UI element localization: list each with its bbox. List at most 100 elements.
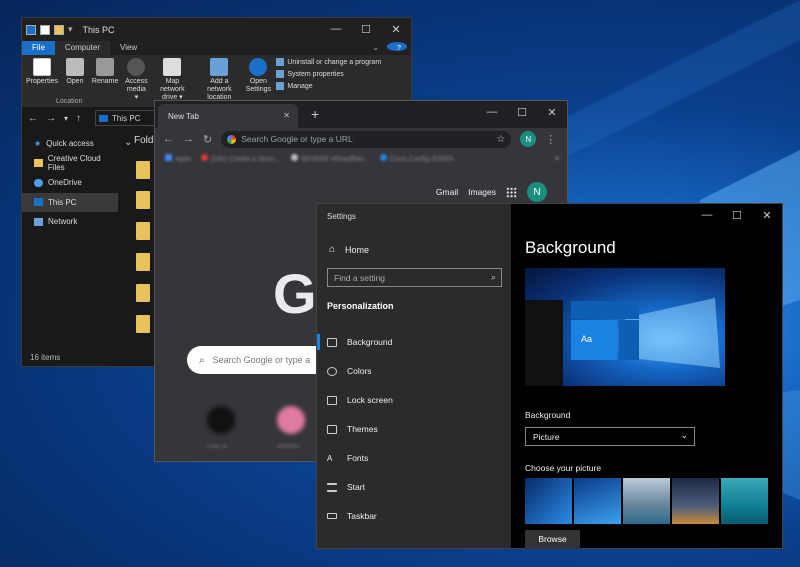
bookmark-item[interactable]: Cisco Config (CRED... bbox=[379, 153, 460, 163]
minimize-icon[interactable]: — bbox=[321, 18, 351, 40]
map-network-drive-label: Map network drive ▾ bbox=[160, 78, 185, 101]
uninstall-button[interactable]: Uninstall or change a program bbox=[276, 58, 381, 66]
rename-button[interactable]: Rename bbox=[88, 55, 122, 107]
back-arrow-icon[interactable]: ← bbox=[28, 113, 38, 124]
tab-new-tab[interactable]: New Tab ✕ bbox=[158, 104, 298, 128]
youtube-icon bbox=[200, 153, 208, 161]
folder-icon[interactable] bbox=[54, 24, 64, 35]
forward-arrow-icon[interactable]: → bbox=[46, 113, 56, 124]
tab-computer[interactable]: Computer bbox=[54, 41, 111, 55]
access-media-button[interactable]: Access media ▾ bbox=[122, 55, 150, 107]
search-icon: ⌕ bbox=[490, 272, 496, 282]
maximize-icon[interactable]: ☐ bbox=[507, 101, 537, 123]
home-icon: ⌂ bbox=[329, 244, 336, 255]
background-type-select[interactable]: Picture ⌄ bbox=[525, 427, 695, 446]
bookmarks-overflow-icon[interactable]: » bbox=[555, 155, 559, 162]
preview-tile-aa: Aa bbox=[571, 320, 617, 360]
properties-icon[interactable] bbox=[40, 24, 50, 35]
explorer-titlebar: ▾ This PC — ☐ ✕ bbox=[22, 18, 411, 41]
up-arrow-icon[interactable]: ↑ bbox=[76, 113, 81, 124]
nav-onedrive[interactable]: OneDrive bbox=[22, 173, 118, 193]
folder-icon[interactable] bbox=[136, 191, 150, 209]
picture-thumbnail[interactable] bbox=[721, 478, 768, 524]
back-arrow-icon[interactable]: ← bbox=[163, 133, 174, 145]
forward-arrow-icon[interactable]: → bbox=[183, 133, 194, 145]
dropdown-value: Picture bbox=[533, 432, 560, 442]
system-properties-button[interactable]: System properties bbox=[276, 70, 381, 78]
page-title: Background bbox=[525, 238, 616, 257]
browse-button[interactable]: Browse bbox=[525, 530, 580, 549]
images-link[interactable]: Images bbox=[468, 187, 496, 197]
picture-thumbnail[interactable] bbox=[623, 478, 670, 524]
bookmark-item[interactable]: (242) Create a Stron... bbox=[200, 153, 281, 163]
folder-icon[interactable] bbox=[136, 161, 150, 179]
ribbon-expand-icon[interactable]: ⌄ bbox=[368, 41, 383, 55]
find-setting-input[interactable]: Find a setting ⌕ bbox=[327, 268, 502, 287]
expand-chevron-icon[interactable]: ⌄ bbox=[124, 137, 132, 148]
home-button[interactable]: ⌂ Home bbox=[329, 244, 369, 255]
reload-icon[interactable]: ↻ bbox=[203, 133, 212, 146]
maximize-icon[interactable]: ☐ bbox=[351, 18, 381, 40]
minimize-icon[interactable]: — bbox=[692, 204, 722, 226]
account-avatar[interactable]: N bbox=[527, 182, 547, 202]
folder-icon[interactable] bbox=[136, 222, 150, 240]
choose-picture-label: Choose your picture bbox=[525, 463, 602, 473]
nav-this-pc[interactable]: This PC bbox=[22, 192, 118, 212]
shortcut-tile[interactable] bbox=[207, 406, 235, 434]
nav-background[interactable]: Background bbox=[317, 331, 511, 353]
google-apps-icon[interactable] bbox=[506, 186, 517, 198]
close-icon[interactable]: ✕ bbox=[381, 18, 411, 40]
bookmark-star-icon[interactable]: ☆ bbox=[496, 134, 505, 145]
nav-network[interactable]: Network bbox=[22, 212, 118, 232]
open-settings-label: Open Settings bbox=[245, 78, 272, 93]
gmail-link[interactable]: Gmail bbox=[436, 187, 458, 197]
picture-thumbnail[interactable] bbox=[672, 478, 719, 524]
folder-icon[interactable] bbox=[136, 253, 150, 271]
nav-colors[interactable]: Colors bbox=[317, 360, 511, 382]
bookmark-apps[interactable]: Apps bbox=[165, 153, 191, 163]
nav-quick-access[interactable]: ★ Quick access bbox=[22, 134, 118, 154]
nav-lock-screen[interactable]: Lock screen bbox=[317, 389, 511, 411]
recent-chevron-icon[interactable]: ▾ bbox=[64, 114, 68, 123]
close-icon[interactable]: ✕ bbox=[752, 204, 782, 226]
minimize-icon[interactable]: — bbox=[477, 101, 507, 123]
folder-icon[interactable] bbox=[136, 315, 150, 333]
quick-access-chevron-icon[interactable]: ▾ bbox=[68, 24, 73, 35]
window-title: This PC bbox=[82, 24, 115, 35]
start-icon bbox=[327, 482, 337, 492]
manage-button[interactable]: Manage bbox=[276, 82, 381, 90]
system-properties-icon bbox=[276, 70, 285, 78]
nav-taskbar[interactable]: Taskbar bbox=[317, 505, 511, 527]
nav-creative-cloud-label: Creative Cloud Files bbox=[47, 154, 101, 173]
checklist-icon bbox=[32, 58, 51, 76]
tab-file[interactable]: File bbox=[22, 41, 55, 55]
nav-start[interactable]: Start bbox=[317, 476, 511, 498]
settings-title: Settings bbox=[327, 212, 356, 221]
group-location-label: Location bbox=[56, 98, 83, 105]
network-drive-icon bbox=[163, 58, 182, 76]
open-icon bbox=[65, 58, 84, 76]
picture-thumbnail[interactable] bbox=[574, 478, 621, 524]
help-icon[interactable]: ? bbox=[383, 41, 411, 55]
picture-thumbnail[interactable] bbox=[525, 478, 572, 524]
nav-themes[interactable]: Themes bbox=[317, 418, 511, 440]
nav-creative-cloud[interactable]: Creative Cloud Files bbox=[22, 154, 118, 174]
preview-tile bbox=[619, 320, 639, 360]
chrome-menu-icon[interactable]: ⋮ bbox=[545, 133, 556, 146]
nav-fonts[interactable]: A Fonts bbox=[317, 447, 511, 469]
cloud-icon bbox=[34, 178, 43, 187]
shortcut-tile[interactable] bbox=[277, 406, 305, 434]
close-icon[interactable]: ✕ bbox=[537, 101, 567, 123]
profile-avatar[interactable]: N bbox=[520, 131, 537, 147]
tab-close-icon[interactable]: ✕ bbox=[283, 111, 290, 120]
tab-view[interactable]: View bbox=[110, 41, 147, 55]
folder-icon[interactable] bbox=[136, 284, 150, 302]
nav-label: Colors bbox=[347, 366, 372, 376]
bookmark-label: Cisco Config (CRED... bbox=[389, 155, 460, 163]
bookmark-item[interactable]: SEVERE eRoadBas... bbox=[290, 153, 370, 163]
maximize-icon[interactable]: ☐ bbox=[722, 204, 752, 226]
new-tab-plus-icon[interactable]: + bbox=[311, 106, 319, 122]
preview-start-menu bbox=[525, 300, 563, 386]
omnibox[interactable]: Search Google or type a URL ☆ bbox=[221, 130, 512, 148]
ribbon-tabs: File Computer View ⌄ ? bbox=[22, 41, 411, 55]
